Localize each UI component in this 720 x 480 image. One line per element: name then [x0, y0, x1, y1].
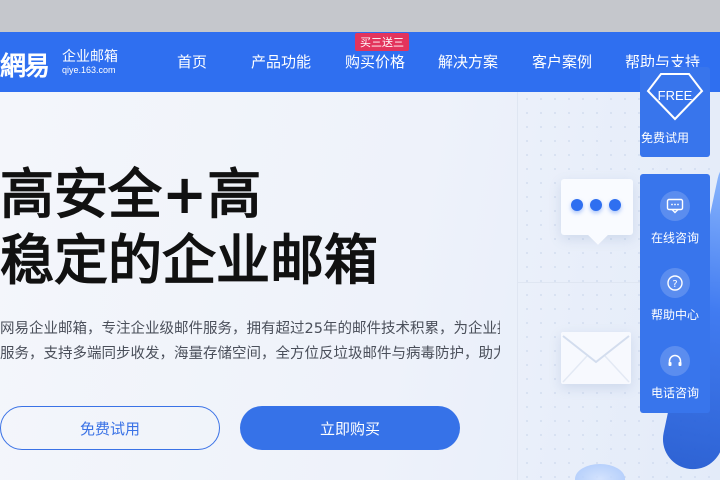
grid-line-decoration	[517, 92, 518, 480]
nav-item-pricing[interactable]: 购买价格	[345, 51, 405, 72]
headset-icon	[660, 346, 690, 376]
hero-title-line-1: 高安全+高	[0, 163, 262, 226]
nav-item-cases[interactable]: 客户案例	[532, 51, 592, 72]
help-icon: ?	[660, 268, 690, 298]
envelope-icon	[562, 335, 630, 383]
hero-title-line-2: 稳定的企业邮箱	[0, 229, 378, 292]
free-trial-float[interactable]: FREE 免费试用	[640, 67, 710, 157]
buy-now-button[interactable]: 立即购买	[240, 406, 460, 450]
free-badge-text: FREE	[657, 88, 693, 103]
free-trial-float-label: 免费试用	[640, 131, 689, 145]
side-service-panel: 在线咨询 ? 帮助中心 电话咨询	[640, 174, 710, 413]
hero-description-line-1: 网易企业邮箱，专注企业级邮件服务，拥有超过25年的邮件技术积累，为企业提供安全稳…	[0, 321, 500, 337]
nav-item-home[interactable]: 首页	[177, 51, 207, 72]
promo-badge: 买三送三	[355, 33, 409, 51]
typing-dot	[590, 199, 602, 211]
chat-bubble-illustration	[561, 179, 633, 245]
brand-logo[interactable]: 網易	[0, 46, 50, 83]
side-item-phone-consult[interactable]: 电话咨询	[640, 346, 710, 416]
browser-top-bar	[0, 0, 720, 32]
side-item-label: 在线咨询	[650, 231, 699, 245]
svg-text:?: ?	[672, 279, 677, 290]
side-item-label: 帮助中心	[650, 308, 699, 322]
typing-dot	[609, 199, 621, 211]
side-item-help-center[interactable]: ? 帮助中心	[640, 268, 710, 338]
product-name: 企业邮箱	[62, 49, 118, 65]
hero-description-line-2: 服务，支持多端同步收发，海量存储空间，全方位反垃圾邮件与病毒防护，助力企业高效沟…	[0, 346, 500, 362]
side-item-label: 电话咨询	[650, 386, 699, 400]
free-trial-button[interactable]: 免费试用	[0, 406, 220, 450]
nav-item-features[interactable]: 产品功能	[251, 51, 311, 72]
typing-dot	[571, 199, 583, 211]
side-item-online-consult[interactable]: 在线咨询	[640, 191, 710, 261]
brand-domain: qiye.163.com	[62, 65, 116, 75]
hero-section: 高安全+高 稳定的企业邮箱 网易企业邮箱，专注企业级邮件服务，拥有超过25年的邮…	[0, 92, 720, 480]
chat-icon	[660, 191, 690, 221]
envelope-illustration	[561, 332, 631, 384]
diamond-icon: FREE	[646, 71, 704, 121]
top-navbar: 網易 企业邮箱 qiye.163.com 首页 产品功能 购买价格 买三送三 解…	[0, 32, 720, 92]
nav-item-solutions[interactable]: 解决方案	[438, 51, 498, 72]
